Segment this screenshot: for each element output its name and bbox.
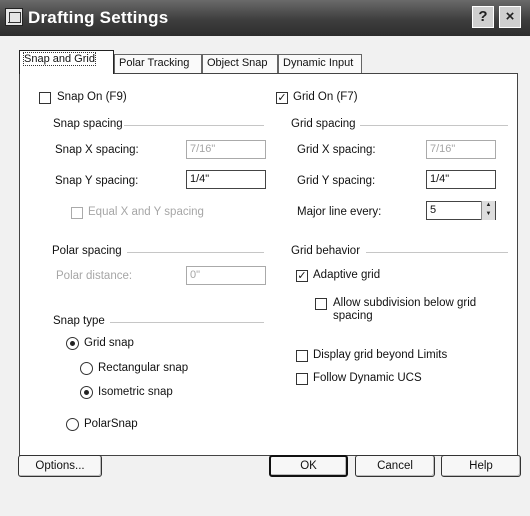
- snap-y-input[interactable]: 1/4": [186, 170, 266, 189]
- grid-y-label: Grid Y spacing:: [297, 175, 376, 187]
- major-line-spinner[interactable]: ▲ ▼: [481, 201, 495, 220]
- grid-snap-radio[interactable]: [66, 337, 79, 350]
- snap-type-divider: [110, 322, 264, 323]
- snap-y-label: Snap Y spacing:: [55, 175, 139, 187]
- snap-x-input[interactable]: 7/16": [186, 140, 266, 159]
- rectangular-snap-label: Rectangular snap: [98, 362, 189, 374]
- equal-spacing-checkbox[interactable]: [71, 207, 83, 219]
- polar-spacing-group-label: Polar spacing: [52, 245, 122, 257]
- grid-spacing-group-label: Grid spacing: [291, 118, 356, 130]
- snap-type-group-label: Snap type: [53, 315, 105, 327]
- cancel-button[interactable]: Cancel: [355, 455, 435, 477]
- tab-polar-tracking[interactable]: Polar Tracking: [114, 54, 202, 73]
- snap-spacing-divider: [124, 125, 264, 126]
- major-line-label: Major line every:: [297, 206, 382, 218]
- allow-subdivision-checkbox[interactable]: [315, 298, 327, 310]
- polarsnap-radio[interactable]: [66, 418, 79, 431]
- polarsnap-label: PolarSnap: [84, 418, 138, 430]
- grid-on-checkbox[interactable]: ✓: [276, 92, 288, 104]
- snap-on-label: Snap On (F9): [57, 91, 127, 103]
- title-bar: Drafting Settings ? ×: [0, 0, 530, 36]
- app-icon: [5, 8, 23, 26]
- close-button[interactable]: ×: [499, 6, 521, 28]
- window-title: Drafting Settings: [28, 8, 169, 27]
- grid-spacing-divider: [360, 125, 508, 126]
- grid-snap-label: Grid snap: [84, 337, 134, 349]
- polar-spacing-divider: [127, 252, 264, 253]
- grid-x-input[interactable]: 7/16": [426, 140, 496, 159]
- help-button[interactable]: Help: [441, 455, 521, 477]
- grid-behavior-group-label: Grid behavior: [291, 245, 361, 257]
- check-icon: ✓: [297, 270, 307, 282]
- tab-snap-and-grid[interactable]: Snap and Grid: [19, 50, 114, 74]
- tab-object-snap[interactable]: Object Snap: [202, 54, 278, 73]
- check-icon: ✓: [277, 92, 287, 104]
- spin-up-icon[interactable]: ▲: [482, 201, 495, 210]
- allow-subdivision-label: Allow subdivision below grid spacing: [333, 297, 477, 322]
- snap-spacing-group-label: Snap spacing: [53, 118, 123, 130]
- rectangular-snap-radio[interactable]: [80, 362, 93, 375]
- display-beyond-limits-label: Display grid beyond Limits: [313, 349, 448, 361]
- grid-on-label: Grid On (F7): [293, 91, 358, 103]
- polar-distance-label: Polar distance:: [56, 270, 133, 282]
- snap-on-checkbox[interactable]: [39, 92, 51, 104]
- spin-down-icon[interactable]: ▼: [482, 210, 495, 219]
- tab-dynamic-input[interactable]: Dynamic Input: [278, 54, 362, 73]
- help-title-button[interactable]: ?: [472, 6, 494, 28]
- display-beyond-limits-checkbox[interactable]: [296, 350, 308, 362]
- equal-spacing-label: Equal X and Y spacing: [88, 206, 204, 218]
- ok-button[interactable]: OK: [269, 455, 348, 477]
- follow-dynamic-ucs-label: Follow Dynamic UCS: [313, 372, 422, 384]
- grid-x-label: Grid X spacing:: [297, 144, 376, 156]
- adaptive-grid-checkbox[interactable]: ✓: [296, 270, 308, 282]
- grid-y-input[interactable]: 1/4": [426, 170, 496, 189]
- isometric-snap-radio[interactable]: [80, 386, 93, 399]
- snap-x-label: Snap X spacing:: [55, 144, 139, 156]
- isometric-snap-label: Isometric snap: [98, 386, 173, 398]
- adaptive-grid-label: Adaptive grid: [313, 269, 381, 281]
- grid-behavior-divider: [366, 252, 508, 253]
- follow-dynamic-ucs-checkbox[interactable]: [296, 373, 308, 385]
- snap-and-grid-panel: Snap On (F9) Snap spacing Snap X spacing…: [19, 73, 518, 456]
- options-button[interactable]: Options...: [18, 455, 102, 477]
- polar-distance-input[interactable]: 0": [186, 266, 266, 285]
